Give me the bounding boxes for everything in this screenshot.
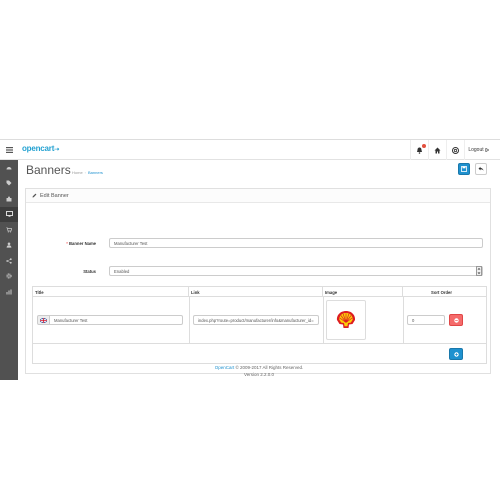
cancel-button[interactable]	[475, 163, 487, 175]
top-right-toolbar: Logout	[410, 140, 492, 160]
sidebar-item-marketing[interactable]	[0, 253, 18, 269]
status-label: Status	[83, 269, 96, 274]
sidebar-item-catalog[interactable]	[0, 176, 18, 192]
edit-banner-panel: Edit Banner * Banner Name Manufacturer T…	[25, 188, 491, 374]
table-row: Manufacturer Test index.php?route=produc…	[33, 297, 486, 344]
plus-circle-icon	[453, 351, 459, 357]
desktop-icon	[5, 211, 13, 217]
home-icon	[434, 147, 441, 153]
column-header-sort-order: Sort Order	[431, 289, 452, 295]
banner-image-thumbnail[interactable]	[326, 300, 366, 340]
page-header: Banners Home › Banners	[18, 160, 500, 186]
page-title: Banners	[26, 163, 71, 177]
shopping-cart-icon	[6, 227, 12, 233]
bar-chart-icon	[6, 289, 12, 295]
page-footer: OpenCart © 2009-2017 All Rights Reserved…	[18, 364, 500, 378]
share-icon	[6, 258, 12, 264]
table-footer-row	[33, 344, 486, 364]
user-icon	[6, 242, 12, 248]
column-divider	[403, 297, 404, 344]
status-select[interactable]: Enabled	[109, 266, 483, 276]
sign-out-icon	[484, 148, 489, 152]
column-header-image: Image	[323, 287, 403, 297]
logo-text: opencart	[22, 144, 55, 153]
opencart-logo[interactable]: opencart⇢	[22, 144, 59, 153]
breadcrumb-home[interactable]: Home	[72, 170, 83, 175]
banner-name-input[interactable]: Manufacturer Test	[109, 238, 483, 248]
sidebar-menu	[0, 160, 18, 380]
banner-images-table: Title Link Image Sort Order Manufacturer…	[32, 286, 487, 364]
banner-name-label: * Banner Name	[46, 241, 96, 246]
status-selected-value: Enabled	[114, 268, 130, 274]
minus-circle-icon	[453, 317, 459, 323]
sidebar-item-customers[interactable]	[0, 238, 18, 254]
save-icon	[461, 166, 467, 172]
pencil-icon	[32, 193, 37, 198]
chevron-down-icon	[477, 268, 481, 274]
opencart-link[interactable]: OpenCart	[215, 365, 235, 370]
breadcrumb-banners[interactable]: Banners	[88, 170, 103, 175]
puzzle-icon	[6, 196, 12, 202]
store-front-button[interactable]	[428, 140, 446, 160]
logout-label: Logout	[468, 147, 484, 153]
alert-badge	[422, 144, 426, 148]
main-content: Banners Home › Banners Edit Banner * Banne…	[18, 160, 500, 380]
banner-name-label-text: Banner Name	[69, 241, 96, 246]
banner-link-input[interactable]: index.php?route=product/manufacturer/inf…	[193, 315, 319, 325]
column-divider	[189, 297, 190, 344]
menu-icon	[5, 147, 13, 153]
column-divider	[323, 297, 324, 344]
logout-button[interactable]: Logout	[464, 140, 492, 160]
alerts-button[interactable]	[410, 140, 428, 160]
sidebar-item-extensions[interactable]	[0, 191, 18, 207]
footer-copyright-line: OpenCart © 2009-2017 All Rights Reserved…	[18, 364, 500, 371]
sidebar-item-system[interactable]	[0, 269, 18, 285]
admin-app: opencart⇢ Logout Banners Home › Banners …	[0, 139, 500, 380]
tags-icon	[6, 180, 12, 186]
remove-banner-image-button[interactable]	[449, 314, 463, 326]
uk-flag-icon	[40, 317, 47, 323]
sidebar-item-reports[interactable]	[0, 284, 18, 300]
table-header-row: Title Link Image Sort Order	[33, 287, 486, 297]
save-button[interactable]	[458, 163, 470, 175]
dashboard-icon	[6, 167, 12, 170]
breadcrumb: Home › Banners	[72, 170, 103, 175]
sidebar-item-design[interactable]	[0, 206, 18, 222]
panel-heading: Edit Banner	[26, 189, 490, 203]
column-header-title: Title	[33, 287, 189, 297]
sort-order-input[interactable]: 0	[407, 315, 445, 325]
sidebar-item-dashboard[interactable]	[0, 160, 18, 176]
reply-icon	[478, 166, 484, 171]
column-header-link: Link	[189, 287, 323, 297]
copyright-text: © 2009-2017 All Rights Reserved.	[234, 365, 304, 370]
panel-title: Edit Banner	[40, 192, 69, 199]
banner-title-input[interactable]: Manufacturer Test	[49, 315, 183, 325]
sidebar-item-sales[interactable]	[0, 222, 18, 238]
cog-icon	[6, 273, 12, 279]
cart-icon: ⇢	[54, 147, 60, 153]
version-text: Version 2.2.0.0	[243, 372, 275, 377]
select-arrow[interactable]	[476, 266, 482, 276]
add-banner-image-button[interactable]	[449, 348, 463, 360]
life-ring-icon	[452, 146, 459, 154]
top-navbar: opencart⇢ Logout	[0, 140, 500, 160]
breadcrumb-separator: ›	[84, 170, 87, 175]
menu-toggle-button[interactable]	[0, 140, 18, 160]
shell-logo-icon	[336, 311, 356, 328]
help-button[interactable]	[446, 140, 464, 160]
